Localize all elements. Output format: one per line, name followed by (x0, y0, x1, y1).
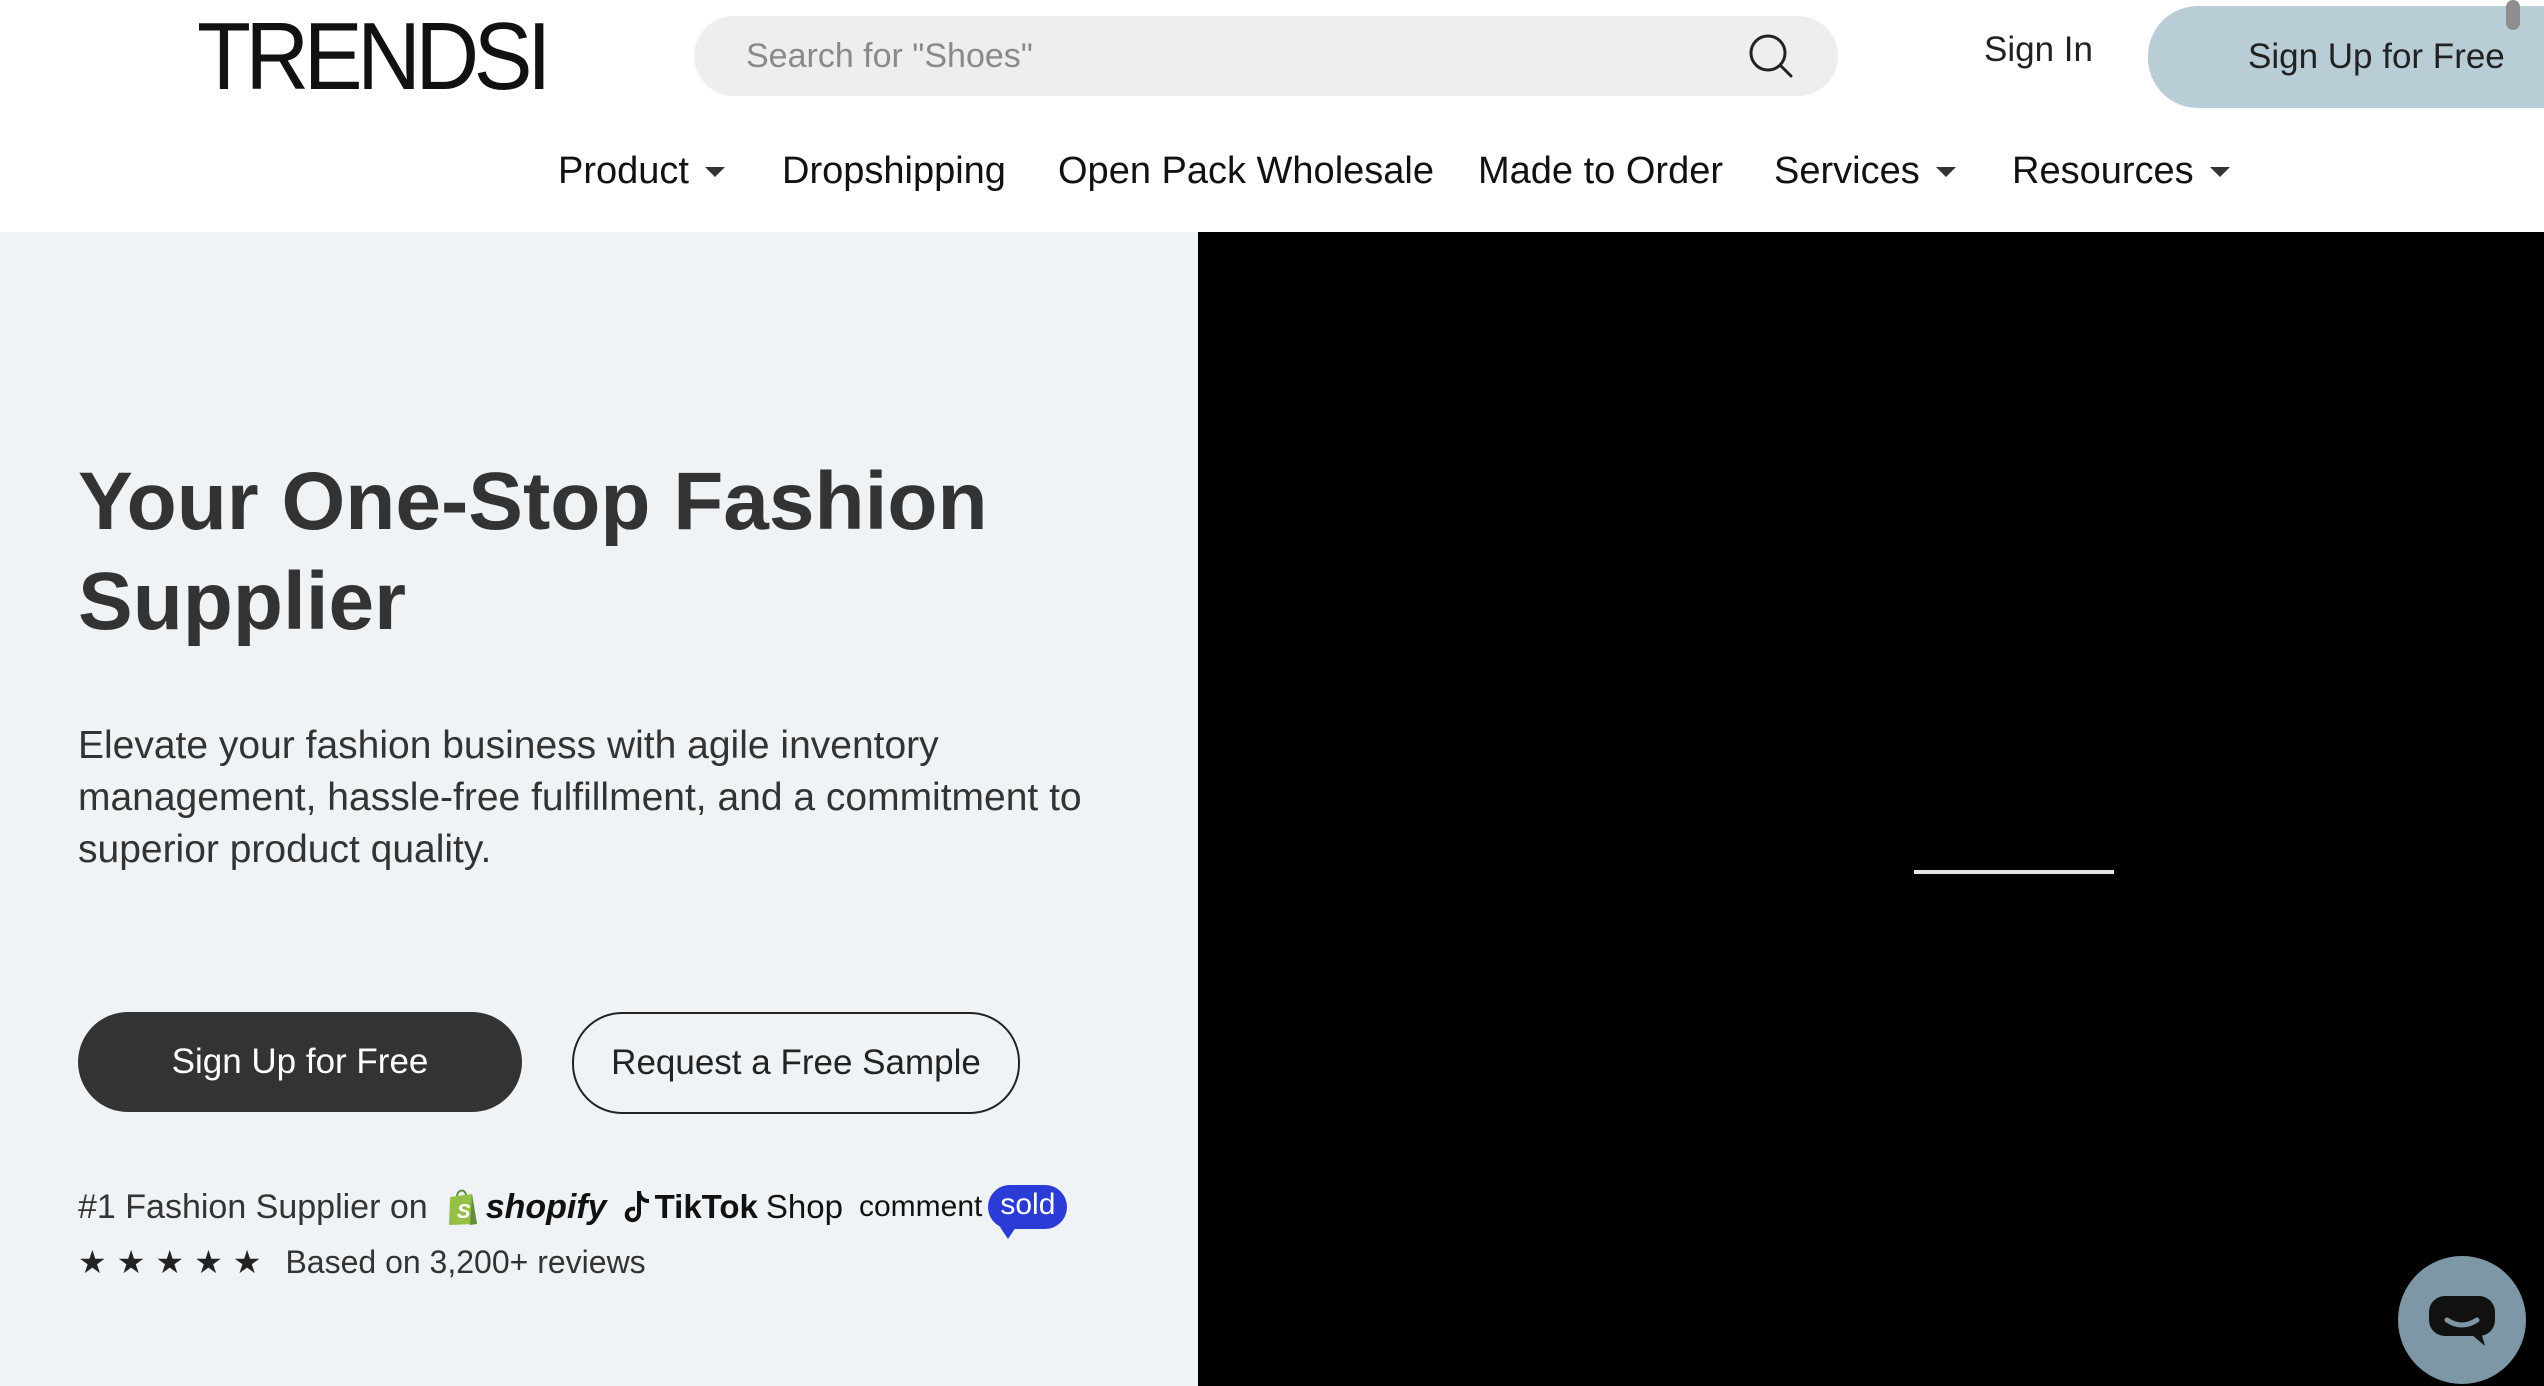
shopify-logo: S shopify (446, 1187, 607, 1227)
search-input[interactable] (744, 35, 1748, 77)
tiktok-shop-wordmark: Shop (765, 1188, 843, 1225)
shopify-bag-icon: S (448, 1189, 477, 1225)
chat-button[interactable] (2398, 1256, 2526, 1384)
hero-video[interactable] (1198, 232, 2544, 1386)
nav-item-label: Dropshipping (782, 150, 1006, 192)
chat-icon (2429, 1296, 2495, 1346)
chevron-down-icon (704, 166, 725, 177)
commentsold-badge: sold (988, 1185, 1068, 1239)
search-icon[interactable] (1748, 33, 1794, 79)
star-icon: ★ (78, 1244, 107, 1280)
nav-item-label: Services (1774, 150, 1920, 192)
svg-text:S: S (457, 1201, 471, 1223)
commentsold-logo: comment sold (858, 1185, 1068, 1239)
hero-headline: Your One-Stop Fashion Supplier (78, 456, 988, 647)
request-sample-button[interactable]: Request a Free Sample (572, 1012, 1020, 1114)
search-bar[interactable] (694, 16, 1838, 96)
scrollbar-thumb[interactable] (2506, 0, 2520, 30)
sign-in-link[interactable]: Sign In (1984, 30, 2093, 70)
nav-item-label: Resources (2012, 150, 2194, 192)
nav-item-label: Made to Order (1478, 150, 1723, 192)
star-icon: ★ (116, 1244, 146, 1280)
nav-item-resources[interactable]: Resources (2012, 150, 2230, 193)
nav-item-dropshipping[interactable]: Dropshipping (782, 150, 1006, 193)
sign-up-header-button[interactable]: Sign Up for Free (2148, 6, 2544, 108)
tiktok-icon (624, 1191, 649, 1223)
reviews-summary: ★ ★ ★ ★ ★ Based on 3,200+ reviews (78, 1240, 646, 1284)
tiktok-wordmark: TikTok (654, 1188, 758, 1225)
chevron-down-icon (1935, 166, 1956, 177)
sign-up-button[interactable]: Sign Up for Free (78, 1012, 522, 1112)
star-icon: ★ (155, 1244, 185, 1280)
nav-item-label: Product (558, 150, 689, 192)
shopify-wordmark: shopify (485, 1187, 607, 1226)
nav-item-services[interactable]: Services (1774, 150, 1956, 193)
reviews-text: Based on 3,200+ reviews (285, 1243, 646, 1280)
star-icon: ★ (232, 1244, 262, 1280)
hero-subtext: Elevate your fashion business with agile… (78, 724, 1082, 871)
star-icon: ★ (194, 1244, 223, 1280)
commentsold-wordmark: comment (858, 1190, 983, 1223)
main-nav: Product Dropshipping Open Pack Wholesale… (0, 140, 2544, 210)
chevron-down-icon (2209, 166, 2230, 177)
rating-stars: ★ ★ ★ ★ ★ (78, 1246, 271, 1278)
nav-item-product[interactable]: Product (558, 150, 725, 193)
supplier-prefix: #1 Fashion Supplier on (78, 1187, 428, 1226)
supplier-badges: #1 Fashion Supplier on S shopify TikTok … (78, 1182, 1068, 1239)
nav-item-open-pack-wholesale[interactable]: Open Pack Wholesale (1058, 150, 1434, 193)
tiktok-shop-logo: TikTok Shop (623, 1188, 843, 1226)
nav-item-label: Open Pack Wholesale (1058, 150, 1434, 192)
trendsi-logo[interactable]: TRENDSI (197, 4, 552, 110)
nav-item-made-to-order[interactable]: Made to Order (1478, 150, 1723, 193)
video-loading-bar (1914, 870, 2114, 874)
